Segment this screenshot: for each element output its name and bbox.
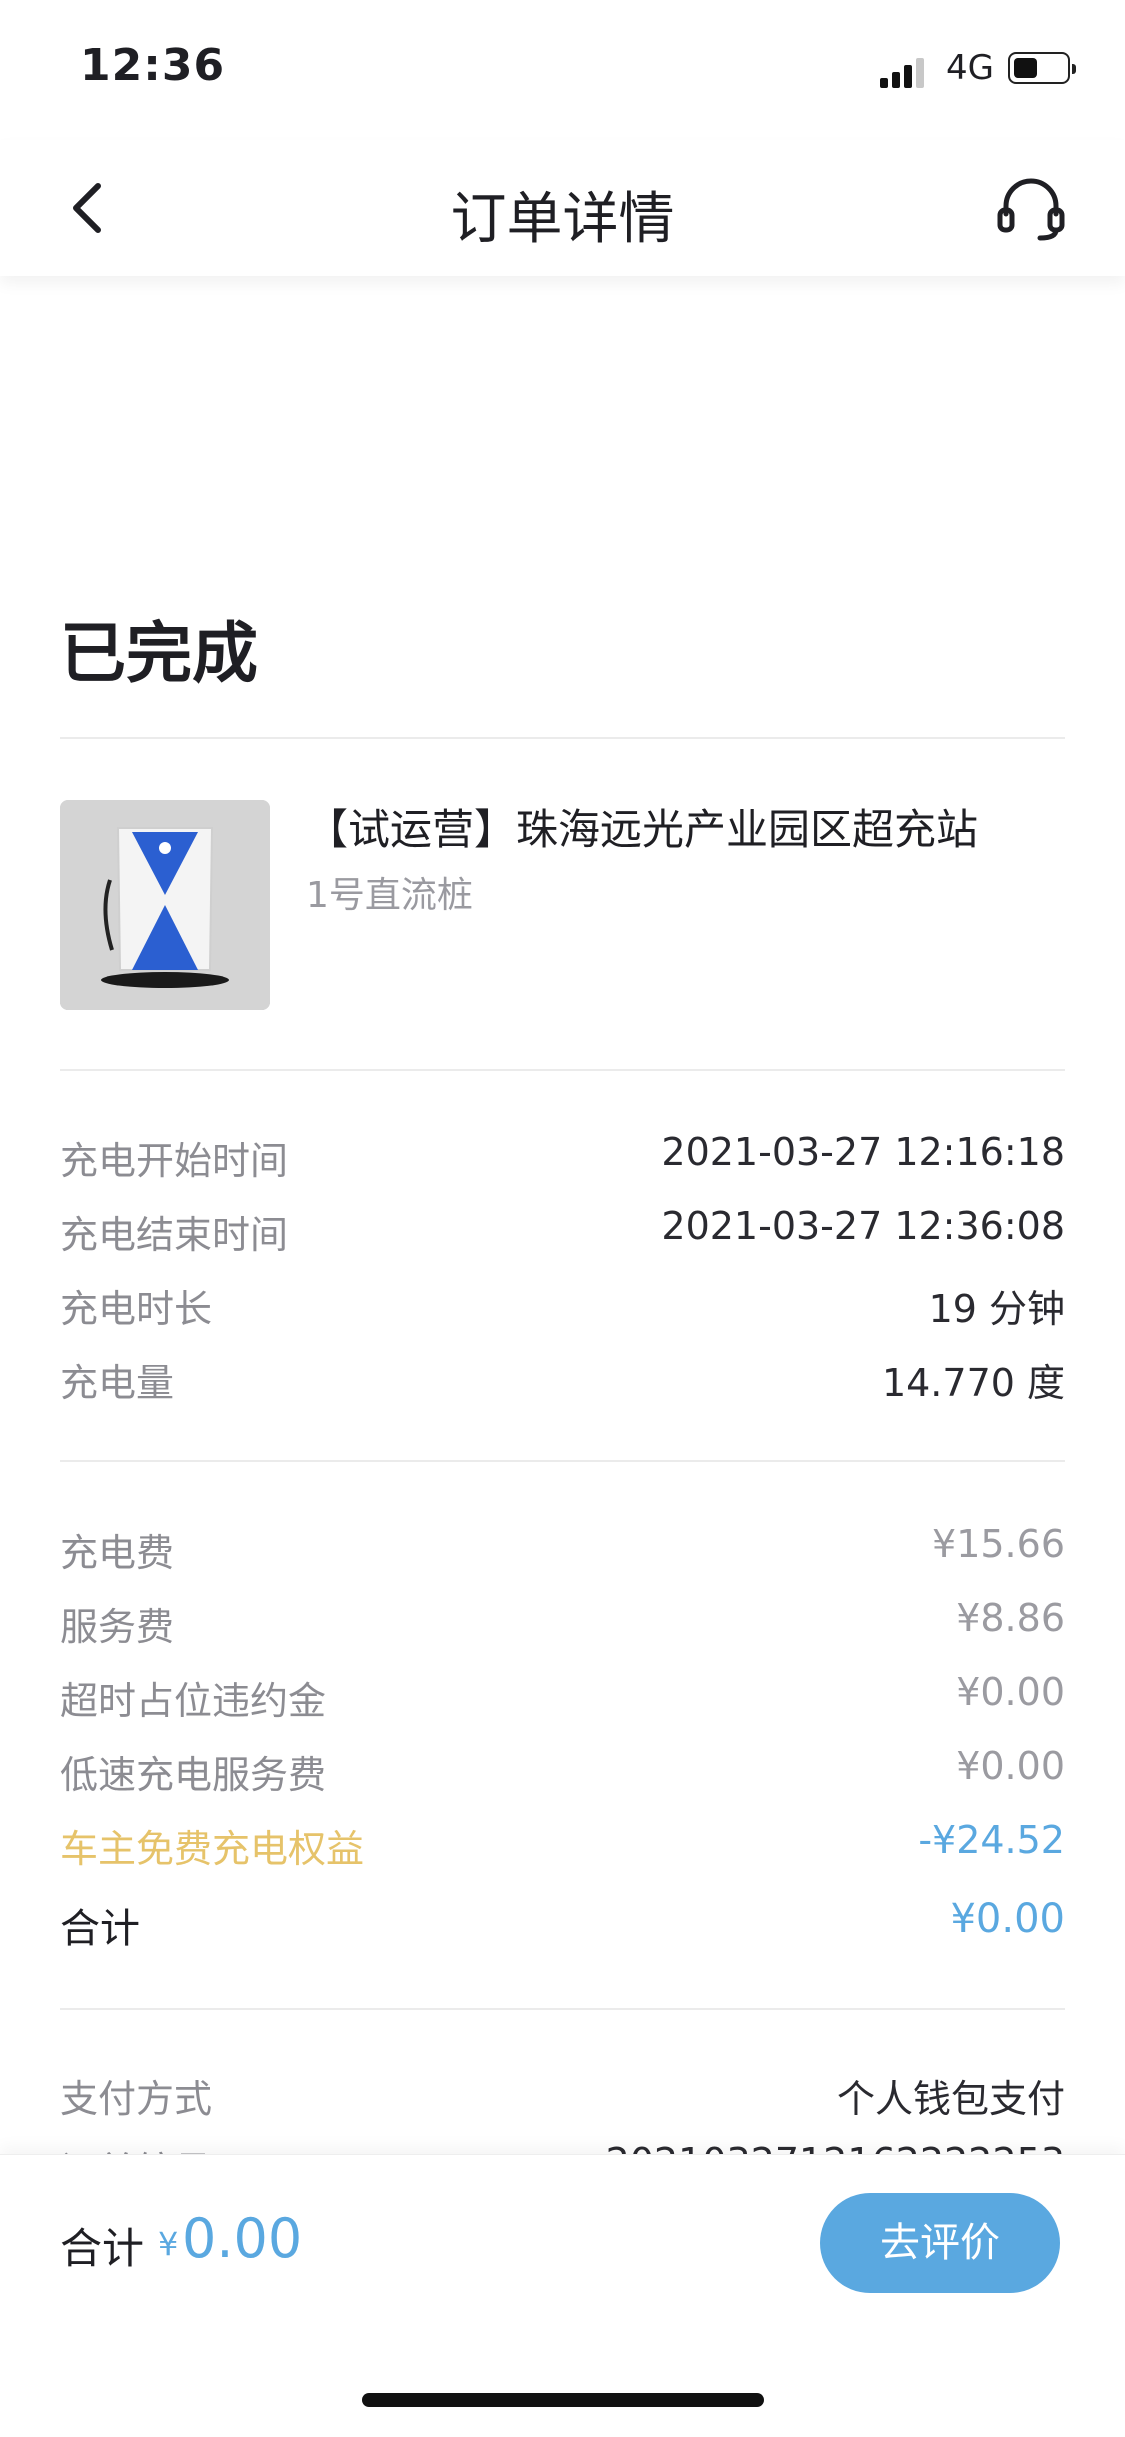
row-value: ¥8.86 (956, 1596, 1065, 1640)
row-value: ¥15.66 (932, 1522, 1065, 1566)
status-time: 12:36 (80, 40, 226, 91)
charger-image (60, 800, 270, 1010)
divider (60, 737, 1065, 739)
network-type: 4G (946, 48, 994, 88)
row-value: 2021-03-27 12:16:18 (661, 1130, 1065, 1174)
info-row-start-time: 充电开始时间 2021-03-27 12:16:18 (60, 1130, 1065, 1188)
bottom-total-label: 合计 (60, 2224, 145, 2273)
fee-row-charging: 充电费 ¥15.66 (60, 1522, 1065, 1580)
row-value: 2021-03-27 12:36:08 (661, 1204, 1065, 1248)
fee-row-low-speed: 低速充电服务费 ¥0.00 (60, 1744, 1065, 1802)
page-title: 订单详情 (450, 187, 675, 252)
order-status: 已完成 (60, 615, 258, 692)
row-value: ¥0.00 (956, 1744, 1065, 1788)
row-label: 充电费 (60, 1531, 175, 1575)
charger-pile: 1号直流桩 (306, 875, 473, 916)
row-label: 支付方式 (60, 2077, 213, 2121)
row-label: 低速充电服务费 (60, 1753, 327, 1797)
row-value: 14.770 度 (881, 1361, 1065, 1405)
row-label: 车主免费充电权益 (60, 1827, 365, 1871)
fee-row-service: 服务费 ¥8.86 (60, 1596, 1065, 1654)
row-label: 充电开始时间 (60, 1139, 289, 1183)
row-value: -¥24.52 (918, 1818, 1065, 1862)
bottom-total-amount: 0.00 (182, 2207, 303, 2270)
row-value: ¥0.00 (956, 1670, 1065, 1714)
row-label: 服务费 (60, 1605, 175, 1649)
bottom-currency: ¥ (158, 2225, 179, 2263)
row-value: 19 分钟 (928, 1287, 1065, 1331)
fee-row-overtime: 超时占位违约金 ¥0.00 (60, 1670, 1065, 1728)
payment-row-method: 支付方式 个人钱包支付 (60, 2068, 1065, 2126)
divider (60, 1069, 1065, 1071)
row-value: ¥0.00 (950, 1896, 1065, 1942)
signal-icon (880, 58, 924, 88)
fee-row-total: 合计 ¥0.00 (60, 1896, 1065, 1954)
battery-icon (1008, 52, 1076, 84)
row-label: 充电时长 (60, 1287, 213, 1331)
home-indicator[interactable] (362, 2393, 764, 2407)
divider (60, 1460, 1065, 1462)
info-row-end-time: 充电结束时间 2021-03-27 12:36:08 (60, 1204, 1065, 1262)
headset-icon[interactable] (996, 176, 1066, 242)
row-label: 合计 (60, 1906, 140, 1952)
divider (60, 2008, 1065, 2010)
info-row-energy: 充电量 14.770 度 (60, 1352, 1065, 1410)
row-label: 充电量 (60, 1361, 175, 1405)
row-value: 个人钱包支付 (836, 2077, 1065, 2121)
status-bar: 12:36 4G (0, 0, 1125, 140)
review-button[interactable]: 去评价 (820, 2193, 1060, 2293)
row-label: 超时占位违约金 (60, 1679, 327, 1723)
station-name: 【试运营】珠海远光产业园区超充站 (306, 805, 979, 854)
row-label: 充电结束时间 (60, 1213, 289, 1257)
fee-row-owner-benefit: 车主免费充电权益 -¥24.52 (60, 1818, 1065, 1876)
nav-bar: 订单详情 (0, 140, 1125, 276)
info-row-duration: 充电时长 19 分钟 (60, 1278, 1065, 1336)
